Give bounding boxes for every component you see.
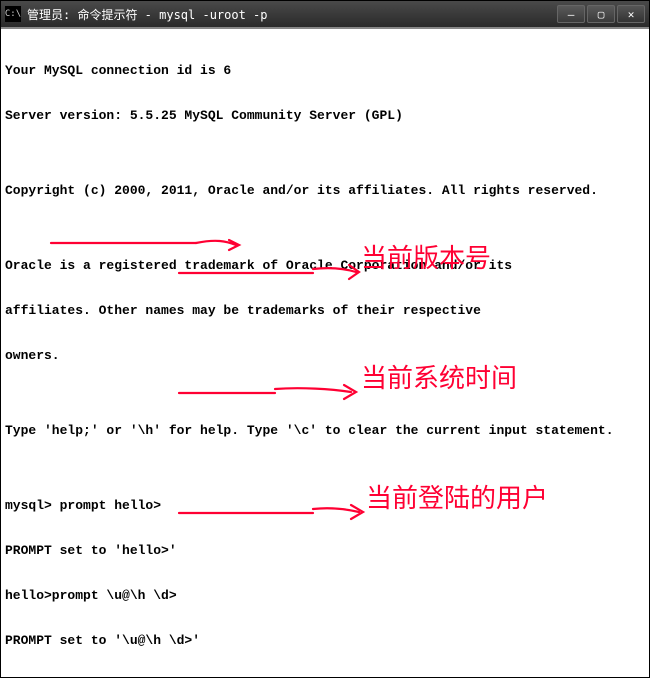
window-titlebar: C:\ 管理员: 命令提示符 - mysql -uroot -p — ▢ ✕ [1, 1, 649, 27]
terminal-line: Server version: 5.5.25 MySQL Community S… [5, 108, 645, 123]
terminal-line: affiliates. Other names may be trademark… [5, 303, 645, 318]
annotation-now: 当前系统时间 [361, 371, 517, 386]
terminal-line: mysql> prompt hello> [5, 498, 645, 513]
close-button[interactable]: ✕ [617, 5, 645, 23]
maximize-button[interactable]: ▢ [587, 5, 615, 23]
terminal-line: Type 'help;' or '\h' for help. Type '\c'… [5, 423, 645, 438]
terminal-line: Copyright (c) 2000, 2011, Oracle and/or … [5, 183, 645, 198]
terminal-line: PROMPT set to 'hello>' [5, 543, 645, 558]
terminal-line: Oracle is a registered trademark of Orac… [5, 258, 645, 273]
cmd-icon: C:\ [5, 6, 21, 22]
terminal-line: PROMPT set to '\u@\h \d>' [5, 633, 645, 648]
terminal-line: hello>prompt \u@\h \d> [5, 588, 645, 603]
terminal-line: owners. [5, 348, 645, 363]
window-buttons: — ▢ ✕ [557, 5, 645, 23]
window-title: 管理员: 命令提示符 - mysql -uroot -p [27, 6, 557, 23]
terminal-output[interactable]: Your MySQL connection id is 6 Server ver… [1, 27, 649, 677]
minimize-button[interactable]: — [557, 5, 585, 23]
terminal-line: Your MySQL connection id is 6 [5, 63, 645, 78]
